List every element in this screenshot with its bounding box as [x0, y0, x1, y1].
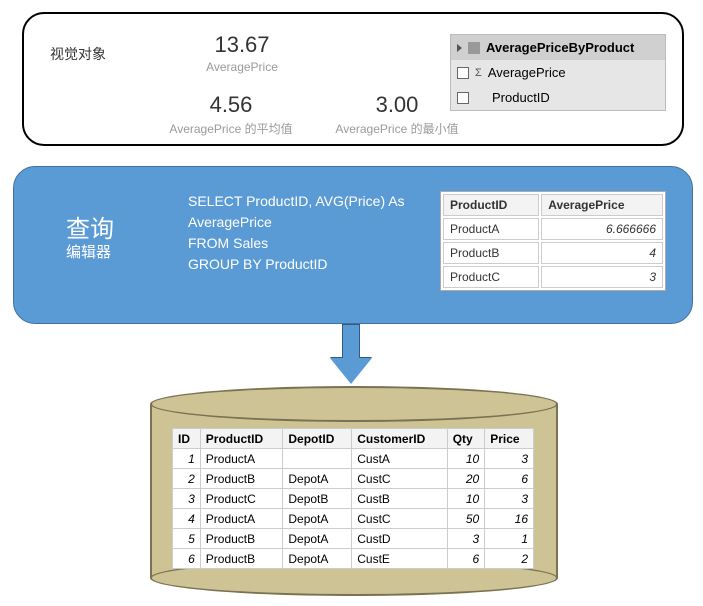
cell: 3 — [447, 529, 484, 549]
source-table: ID ProductID DepotID CustomerID Qty Pric… — [172, 428, 534, 569]
cell: 16 — [485, 509, 534, 529]
cell: DepotA — [283, 529, 352, 549]
cell: ProductC — [443, 266, 539, 288]
cell: DepotA — [283, 469, 352, 489]
field-name: ProductID — [492, 90, 550, 105]
arrow-down-icon — [330, 324, 372, 386]
cell: CustC — [352, 509, 447, 529]
table-header-row: ProductID AveragePrice — [443, 194, 663, 216]
field-name: AveragePrice — [488, 65, 566, 80]
database-cylinder: ID ProductID DepotID CustomerID Qty Pric… — [150, 386, 558, 596]
fields-table-name: AveragePriceByProduct — [486, 40, 634, 55]
cylinder-top — [150, 386, 558, 422]
cell: 10 — [447, 449, 484, 469]
col-header: CustomerID — [352, 429, 447, 449]
fields-table-row[interactable]: AveragePriceByProduct — [451, 35, 665, 60]
table-header-row: ID ProductID DepotID CustomerID Qty Pric… — [173, 429, 534, 449]
checkbox-icon[interactable] — [457, 67, 469, 79]
cell: 2 — [485, 549, 534, 569]
visuals-panel: 视觉对象 13.67 AveragePrice 4.56 AveragePric… — [22, 12, 684, 146]
col-header: ID — [173, 429, 201, 449]
fields-pane[interactable]: AveragePriceByProduct Σ AveragePrice Pro… — [450, 34, 666, 111]
cell: CustE — [352, 549, 447, 569]
cell: 6.666666 — [541, 218, 663, 240]
table-row: 1ProductA CustA103 — [173, 449, 534, 469]
cell: 3 — [541, 266, 663, 288]
metric-label: AveragePrice 的平均值 — [136, 120, 326, 137]
cell: ProductB — [443, 242, 539, 264]
table-row: ProductC3 — [443, 266, 663, 288]
cell: 4 — [173, 509, 201, 529]
sql-line: GROUP BY ProductID — [188, 254, 428, 275]
col-header: Price — [485, 429, 534, 449]
cell: ProductB — [200, 469, 283, 489]
cell: ProductB — [200, 529, 283, 549]
cell: 20 — [447, 469, 484, 489]
cell: 1 — [485, 529, 534, 549]
cell: 6 — [485, 469, 534, 489]
sql-line: SELECT ProductID, AVG(Price) As — [188, 191, 428, 212]
query-panel: 查询 编辑器 SELECT ProductID, AVG(Price) As A… — [13, 166, 693, 324]
metric-label: AveragePrice 的最小值 — [302, 120, 492, 137]
cell: 50 — [447, 509, 484, 529]
cell: ProductC — [200, 489, 283, 509]
cell: 10 — [447, 489, 484, 509]
cell: 6 — [173, 549, 201, 569]
table-row: 5ProductBDepotACustD31 — [173, 529, 534, 549]
cell: ProductB — [200, 549, 283, 569]
metric-value: 13.67 — [172, 32, 312, 58]
col-header: DepotID — [283, 429, 352, 449]
cell: CustA — [352, 449, 447, 469]
query-result-table: ProductID AveragePrice ProductA6.666666 … — [440, 191, 666, 291]
metric-label: AveragePrice — [172, 60, 312, 74]
metric-avg-of-avg: 4.56 AveragePrice 的平均值 — [136, 92, 326, 137]
cell: 5 — [173, 529, 201, 549]
col-header: AveragePrice — [541, 194, 663, 216]
sql-text: SELECT ProductID, AVG(Price) As AverageP… — [188, 191, 428, 275]
sql-line: AveragePrice — [188, 212, 428, 233]
cell: ProductA — [200, 449, 283, 469]
cell — [283, 449, 352, 469]
sigma-icon: Σ — [475, 67, 482, 79]
table-row: 2ProductBDepotACustC206 — [173, 469, 534, 489]
cell: DepotB — [283, 489, 352, 509]
cell: 3 — [485, 489, 534, 509]
table-row: ProductB4 — [443, 242, 663, 264]
cell: ProductA — [200, 509, 283, 529]
cell: CustD — [352, 529, 447, 549]
cell: 6 — [447, 549, 484, 569]
table-row: ProductA6.666666 — [443, 218, 663, 240]
table-row: 6ProductBDepotACustE62 — [173, 549, 534, 569]
cell: 3 — [173, 489, 201, 509]
visuals-label: 视觉对象 — [50, 44, 106, 64]
col-header: Qty — [447, 429, 484, 449]
cell: CustB — [352, 489, 447, 509]
col-header: ProductID — [443, 194, 539, 216]
fields-column-row[interactable]: ProductID — [451, 85, 665, 110]
fields-column-row[interactable]: Σ AveragePrice — [451, 60, 665, 85]
sql-line: FROM Sales — [188, 233, 428, 254]
table-row: 3ProductCDepotBCustB103 — [173, 489, 534, 509]
metric-avg: 13.67 AveragePrice — [172, 32, 312, 74]
cell: DepotA — [283, 509, 352, 529]
cell: CustC — [352, 469, 447, 489]
cell: ProductA — [443, 218, 539, 240]
metric-value: 4.56 — [136, 92, 326, 118]
cell: 2 — [173, 469, 201, 489]
table-icon — [468, 42, 480, 54]
col-header: ProductID — [200, 429, 283, 449]
cell: 1 — [173, 449, 201, 469]
table-row: 4ProductADepotACustC5016 — [173, 509, 534, 529]
checkbox-icon[interactable] — [457, 92, 469, 104]
cell: 3 — [485, 449, 534, 469]
query-subtitle: 编辑器 — [66, 241, 111, 262]
cell: DepotA — [283, 549, 352, 569]
cell: 4 — [541, 242, 663, 264]
expand-icon — [457, 44, 462, 52]
query-title: 查询 — [66, 209, 114, 244]
